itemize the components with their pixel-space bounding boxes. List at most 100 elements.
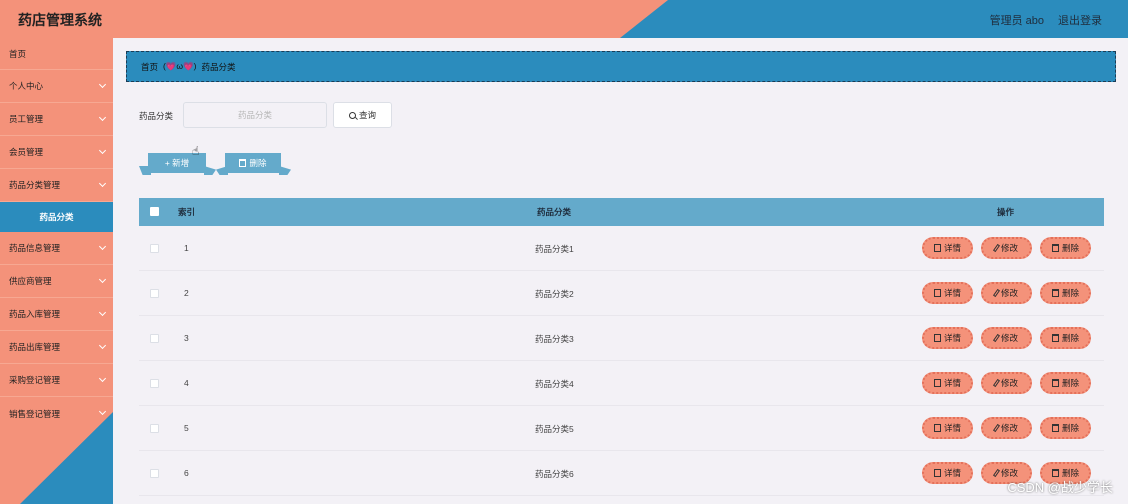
edit-button[interactable]: 修改 [981,417,1032,439]
category-table: 索引 药品分类 操作 1 药品分类1 详情 修改 删除 2 药品分类2 详情 修… [139,198,1104,496]
detail-label: 详情 [943,288,961,298]
delete-label: 删除 [1061,423,1079,433]
sidebar-item-stock-out[interactable]: 药品出库管理 [0,331,113,364]
sidebar-item-category-management[interactable]: 药品分类管理 [0,169,113,202]
detail-button[interactable]: 详情 [922,327,973,349]
delete-button[interactable]: 删除 [1040,282,1091,304]
row-checkbox[interactable] [150,379,159,388]
edit-label: 修改 [1000,243,1018,253]
batch-delete-button[interactable]: 删除 [225,153,281,173]
detail-button[interactable]: 详情 [922,282,973,304]
pencil-icon [992,288,1001,298]
detail-button[interactable]: 详情 [922,237,973,259]
sidebar-item-label: 采购登记管理 [9,375,61,385]
breadcrumb: 首页 (💗ω💗) 药品分类 [126,51,1116,82]
delete-button[interactable]: 删除 [1040,372,1091,394]
sidebar-item-drug-info[interactable]: 药品信息管理 [0,232,113,265]
row-checkbox[interactable] [150,424,159,433]
chevron-down-icon [98,146,107,155]
chevron-down-icon [98,179,107,188]
row-actions: 详情 修改 删除 [922,327,1091,349]
chevron-down-icon [98,80,107,89]
sidebar-item-stock-in[interactable]: 药品入库管理 [0,298,113,331]
chevron-down-icon [98,407,107,416]
sidebar-item-label: 药品信息管理 [9,243,61,253]
chevron-down-icon [98,275,107,284]
edit-label: 修改 [1000,378,1018,388]
sidebar-item-label: 员工管理 [9,114,44,124]
sidebar-item-personal-center[interactable]: 个人中心 [0,70,113,103]
row-category: 药品分类3 [535,334,574,344]
table-header: 索引 药品分类 操作 [139,198,1104,226]
row-index: 4 [184,378,189,388]
detail-label: 详情 [943,333,961,343]
search-input[interactable] [183,102,327,128]
app-title: 药店管理系统 [18,12,102,28]
row-checkbox[interactable] [150,334,159,343]
table-row: 3 药品分类3 详情 修改 删除 [139,316,1104,361]
row-actions: 详情 修改 删除 [922,417,1091,439]
trash-icon [1051,244,1059,252]
edit-button[interactable]: 修改 [981,237,1032,259]
trash-icon [1051,379,1059,387]
sidebar-item-label: 药品分类管理 [9,180,61,190]
edit-label: 修改 [1000,333,1018,343]
edit-button[interactable]: 修改 [981,372,1032,394]
detail-button[interactable]: 详情 [922,417,973,439]
row-checkbox[interactable] [150,244,159,253]
edit-button[interactable]: 修改 [981,282,1032,304]
add-button-label: + 新增 [164,158,190,168]
row-checkbox[interactable] [150,469,159,478]
table-row: 2 药品分类2 详情 修改 删除 [139,271,1104,316]
row-checkbox[interactable] [150,289,159,298]
document-icon [933,469,941,477]
sidebar-item-members[interactable]: 会员管理 [0,136,113,169]
delete-button[interactable]: 删除 [1040,327,1091,349]
table-row: 4 药品分类4 详情 修改 删除 [139,361,1104,406]
delete-label: 删除 [1061,378,1079,388]
query-button-label: 查询 [358,110,376,120]
edit-button[interactable]: 修改 [981,327,1032,349]
document-icon [933,289,941,297]
document-icon [933,244,941,252]
edit-label: 修改 [1000,288,1018,298]
row-index: 3 [184,333,189,343]
row-category: 药品分类5 [535,424,574,434]
table-row: 6 药品分类6 详情 修改 删除 [139,451,1104,496]
sidebar-subitem-category[interactable]: 药品分类 [0,202,113,232]
sidebar-item-suppliers[interactable]: 供应商管理 [0,265,113,298]
chevron-down-icon [98,341,107,350]
sidebar-item-sales[interactable]: 销售登记管理 [0,397,113,430]
sidebar-item-staff[interactable]: 员工管理 [0,103,113,136]
row-actions: 详情 修改 删除 [922,372,1091,394]
row-index: 6 [184,468,189,478]
table-row: 1 药品分类1 详情 修改 删除 [139,226,1104,271]
column-header-operations: 操作 [997,207,1015,217]
sidebar-item-label: 首页 [9,48,27,59]
row-actions: 详情 修改 删除 [922,237,1091,259]
row-category: 药品分类4 [535,379,574,389]
trash-icon [1051,289,1059,297]
sidebar-item-home[interactable]: 首页 [0,38,113,70]
detail-label: 详情 [943,243,961,253]
sidebar: 首页 个人中心 员工管理 会员管理 药品分类管理 药品分类 药品信息管理 供应商… [0,38,113,504]
delete-button[interactable]: 删除 [1040,417,1091,439]
query-button[interactable]: 查询 [333,102,392,128]
sidebar-item-purchase[interactable]: 采购登记管理 [0,364,113,397]
trash-icon [239,159,247,167]
detail-button[interactable]: 详情 [922,372,973,394]
logout-link[interactable]: 退出登录 [1058,12,1102,28]
detail-label: 详情 [943,423,961,433]
detail-label: 详情 [943,468,961,478]
detail-button[interactable]: 详情 [922,462,973,484]
chevron-down-icon [98,308,107,317]
chevron-down-icon [98,113,107,122]
delete-label: 删除 [1061,243,1079,253]
pencil-icon [992,378,1001,388]
pencil-icon [992,333,1001,343]
document-icon [933,334,941,342]
select-all-checkbox[interactable] [150,207,159,216]
delete-button[interactable]: 删除 [1040,237,1091,259]
breadcrumb-home[interactable]: 首页 [141,61,158,73]
table-body: 1 药品分类1 详情 修改 删除 2 药品分类2 详情 修改 删除 3 药品分类… [139,226,1104,496]
